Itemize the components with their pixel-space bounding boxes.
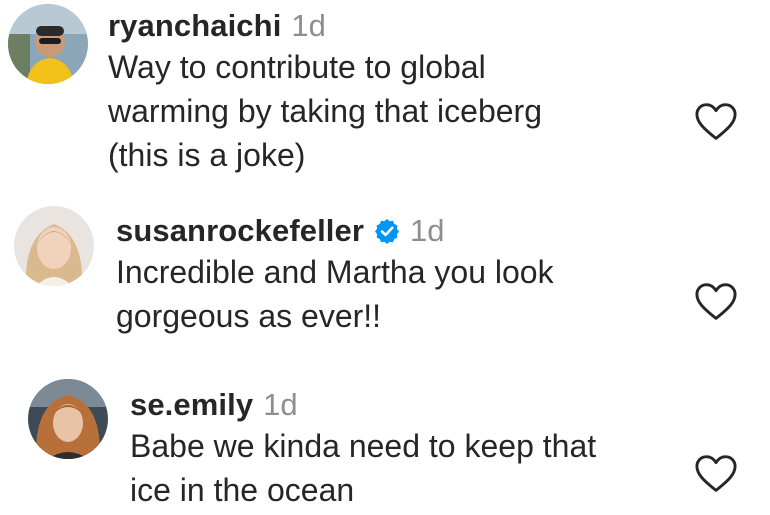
comment-text: Incredible and Martha you look gorgeous …	[116, 250, 554, 338]
comment-username[interactable]: se.emily	[130, 387, 253, 423]
heart-outline-icon	[695, 283, 737, 320]
comment-text: Babe we kinda need to keep that ice in t…	[130, 424, 596, 512]
comment-text-line: Babe we kinda need to keep that	[130, 428, 597, 464]
comment-text-line: Way to contribute to global	[108, 49, 486, 85]
comment-timestamp: 1d	[291, 8, 326, 43]
heart-outline-icon	[695, 455, 737, 492]
avatar[interactable]	[28, 379, 108, 459]
comment-username[interactable]: susanrockefeller	[116, 213, 364, 249]
comment-text: Way to contribute to global warming by t…	[108, 45, 542, 177]
comment-timestamp: 1d	[410, 213, 445, 248]
verified-badge-icon	[374, 218, 400, 244]
avatar[interactable]	[8, 4, 88, 84]
avatar-photo-icon	[28, 379, 108, 459]
comment-text-line: (this is a joke)	[108, 137, 306, 173]
comment-text-line: gorgeous as ever!!	[116, 298, 382, 334]
comment-username[interactable]: ryanchaichi	[108, 8, 281, 44]
comments-list: ryanchaichi 1d Way to contribute to glob…	[0, 0, 770, 515]
comment-timestamp: 1d	[263, 387, 298, 422]
avatar-photo-icon	[8, 4, 88, 84]
like-button[interactable]	[694, 102, 738, 142]
like-button[interactable]	[694, 454, 738, 494]
avatar-photo-icon	[14, 206, 94, 286]
comment-text-line: warming by taking that iceberg	[108, 93, 542, 129]
like-button[interactable]	[694, 282, 738, 322]
avatar[interactable]	[14, 206, 94, 286]
comment-text-line: Incredible and Martha you look	[116, 254, 554, 290]
comment-text-line: ice in the ocean	[130, 472, 355, 508]
heart-outline-icon	[695, 103, 737, 140]
